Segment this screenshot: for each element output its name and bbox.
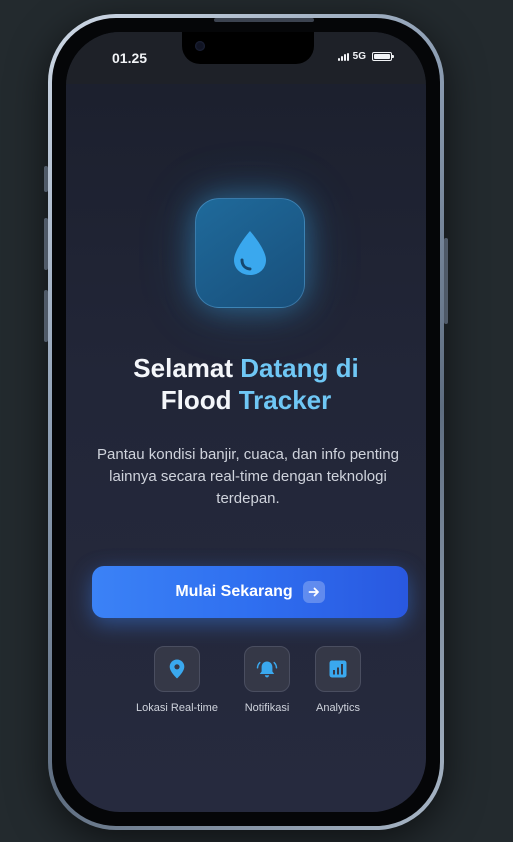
- feature-label: Notifikasi: [244, 702, 290, 714]
- welcome-title: Selamat Datang di Flood Tracker: [66, 352, 426, 416]
- arrow-right-icon: [302, 581, 325, 603]
- network-label: 5G: [352, 51, 366, 62]
- bar-chart-icon: [329, 660, 347, 678]
- phone-frame: 01.25 5G Selamat Datang di Flood Tracker…: [48, 14, 444, 830]
- front-camera: [195, 41, 205, 51]
- title-line-2: Flood Tracker: [66, 384, 426, 416]
- feature-icon-box: [315, 646, 361, 692]
- battery-icon: [372, 52, 394, 61]
- app-stage: 01.25 5G Selamat Datang di Flood Tracker…: [0, 0, 513, 842]
- signal-icon: [337, 52, 349, 61]
- feature-icon-box: [154, 646, 200, 692]
- start-button[interactable]: Mulai Sekarang: [92, 566, 408, 618]
- status-indicators: 5G: [337, 51, 394, 62]
- app-logo: [195, 198, 305, 308]
- feature-label: Analytics: [315, 702, 361, 714]
- side-button-power: [444, 238, 448, 324]
- title-text-plain: Selamat: [133, 353, 241, 383]
- start-button-label: Mulai Sekarang: [175, 583, 293, 600]
- title-text-accent: Tracker: [238, 385, 332, 415]
- notch: [182, 32, 314, 64]
- map-pin-icon: [169, 659, 185, 679]
- title-line-1: Selamat Datang di: [66, 352, 426, 384]
- bell-alert-icon: [256, 661, 278, 678]
- title-text-plain: Flood: [160, 385, 239, 415]
- feature-location[interactable]: Lokasi Real-time: [127, 646, 227, 714]
- phone-bezel: 01.25 5G Selamat Datang di Flood Tracker…: [52, 18, 440, 826]
- title-text-accent: Datang di: [240, 353, 359, 383]
- feature-analytics[interactable]: Analytics: [288, 646, 388, 714]
- feature-label: Lokasi Real-time: [136, 702, 218, 714]
- phone-screen: 01.25 5G Selamat Datang di Flood Tracker…: [66, 32, 426, 812]
- feature-icon-box: [244, 646, 290, 692]
- status-time: 01.25: [112, 50, 148, 66]
- welcome-description: Pantau kondisi banjir, cuaca, dan info p…: [97, 446, 399, 507]
- water-drop-icon: [234, 231, 266, 275]
- speaker-slot: [214, 18, 314, 22]
